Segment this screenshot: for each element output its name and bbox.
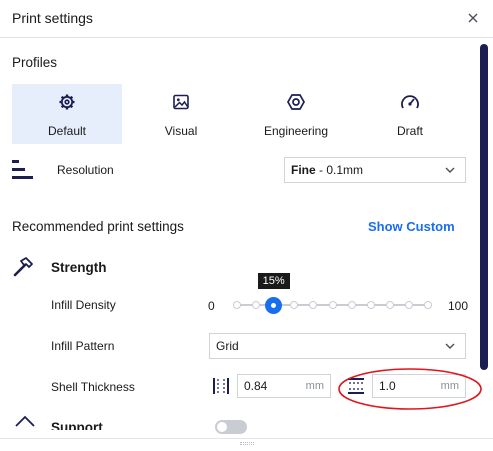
infill-pattern-value: Grid: [216, 339, 239, 353]
highlight-annotation-ellipse: [338, 368, 482, 410]
slider-tick: [290, 301, 299, 309]
infill-density-label: Infill Density: [51, 298, 116, 312]
gear-icon: [59, 94, 75, 110]
profile-default-label: Default: [47, 124, 87, 138]
profiles-heading: Profiles: [12, 55, 58, 70]
image-icon: [173, 94, 189, 110]
profile-draft[interactable]: Draft: [355, 84, 465, 144]
profile-engineering[interactable]: Engineering: [241, 84, 351, 144]
hammer-icon: [13, 257, 33, 277]
hex-nut-icon: [287, 94, 305, 110]
close-icon[interactable]: [466, 11, 480, 25]
shell-thickness-label: Shell Thickness: [51, 380, 135, 394]
window-title: Print settings: [12, 10, 93, 26]
support-toggle[interactable]: [215, 420, 247, 434]
infill-slider-handle[interactable]: [265, 297, 283, 314]
show-custom-link[interactable]: Show Custom: [368, 219, 455, 234]
resolution-select[interactable]: Fine - 0.1mm: [284, 157, 466, 183]
slider-tick: [309, 301, 318, 309]
slider-tick: [385, 301, 394, 309]
speedometer-icon: [401, 95, 419, 109]
infill-min-label: 0: [208, 299, 215, 313]
slider-tick: [424, 301, 432, 309]
vertical-scrollbar[interactable]: [480, 44, 488, 370]
wall-thickness-value: 0.84: [244, 379, 268, 393]
chevron-down-icon: [445, 343, 455, 349]
profile-visual-label: Visual: [164, 124, 198, 138]
profile-draft-label: Draft: [396, 124, 423, 138]
resolution-value-bold: Fine: [291, 163, 316, 177]
infill-max-label: 100: [448, 299, 469, 313]
support-heading: Support: [51, 420, 103, 430]
chevron-down-icon: [445, 167, 455, 173]
slider-tick: [252, 301, 261, 309]
infill-pattern-select[interactable]: Grid: [209, 333, 466, 359]
resolution-value-rest: - 0.1mm: [315, 163, 364, 177]
strength-heading: Strength: [51, 260, 107, 275]
wall-thickness-input[interactable]: 0.84 mm: [237, 374, 331, 398]
profile-engineering-label: Engineering: [263, 124, 329, 138]
wall-thickness-icon: [213, 378, 229, 394]
support-icon: [15, 415, 35, 427]
slider-tick: [328, 301, 337, 309]
slider-tick: [404, 301, 413, 309]
resize-grip-handle[interactable]: [240, 442, 254, 445]
infill-pattern-label: Infill Pattern: [51, 339, 115, 353]
wall-thickness-unit: mm: [305, 380, 324, 392]
recommended-heading: Recommended print settings: [12, 219, 184, 234]
slider-tick: [366, 301, 375, 309]
layer-height-icon: [12, 160, 33, 179]
infill-value-tooltip: 15%: [257, 273, 290, 289]
profile-visual[interactable]: Visual: [126, 84, 236, 144]
slider-tick: [347, 301, 356, 309]
resolution-label: Resolution: [57, 163, 114, 177]
title-bar: Print settings: [0, 0, 493, 38]
profile-default[interactable]: Default: [12, 84, 122, 144]
slider-tick: [233, 301, 241, 309]
